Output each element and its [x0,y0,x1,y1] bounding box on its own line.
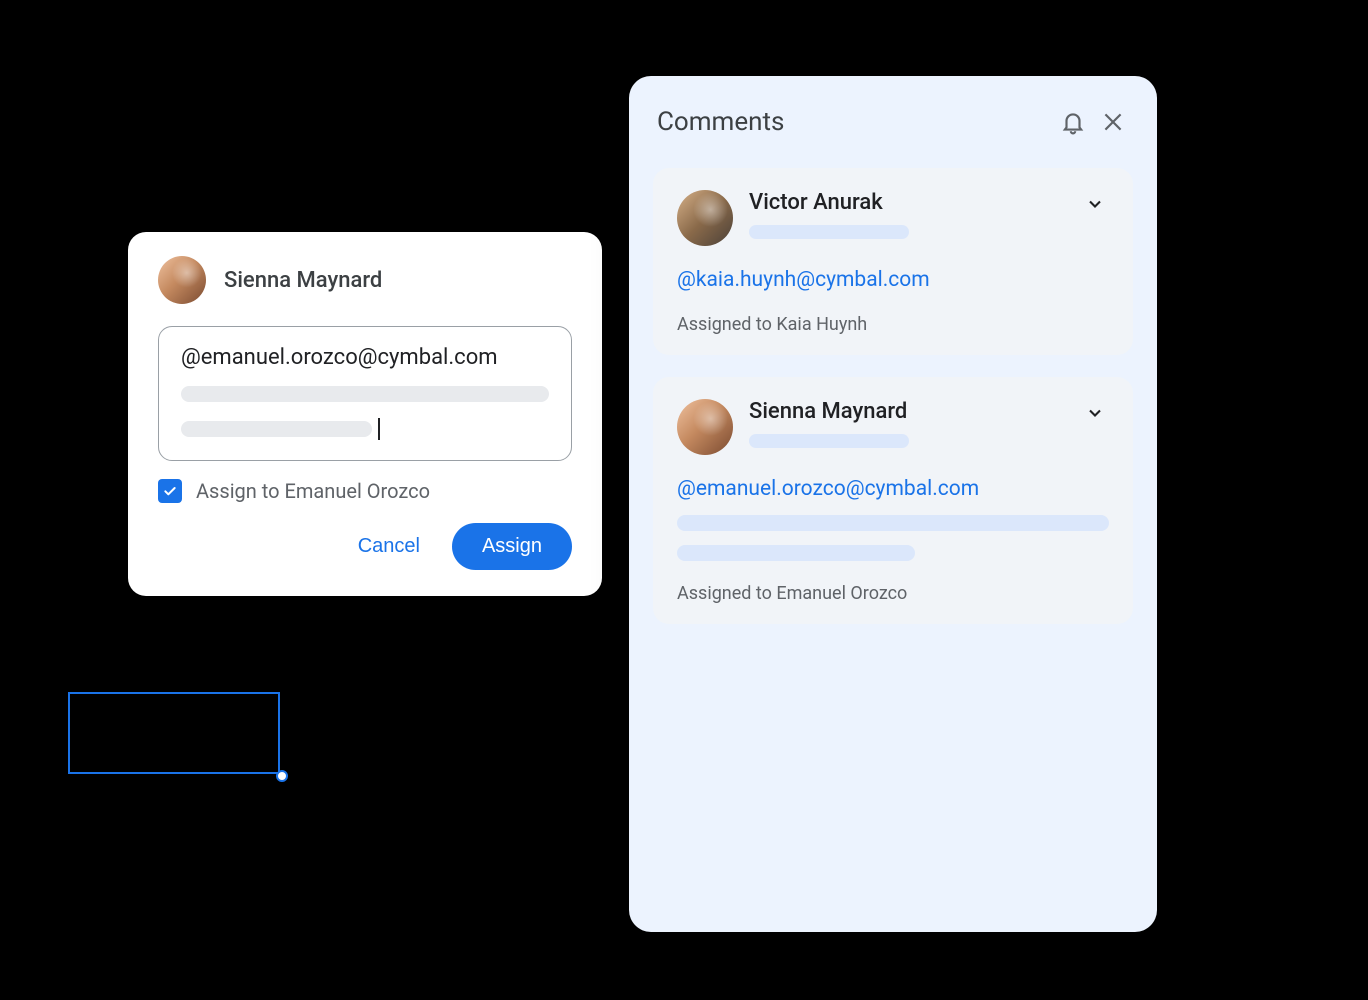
close-panel-button[interactable] [1093,102,1133,142]
comment-mention-link[interactable]: @emanuel.orozco@cymbal.com [677,477,1109,501]
close-icon [1100,109,1126,135]
comment-author-name: Victor Anurak [749,190,909,215]
assign-checkbox-label: Assign to Emanuel Orozco [196,479,430,503]
comment-author-name: Sienna Maynard [749,399,909,424]
placeholder-line [749,434,909,448]
chevron-down-icon [1085,403,1105,423]
notifications-button[interactable] [1053,102,1093,142]
expand-comment-button[interactable] [1081,399,1109,427]
comment-card[interactable]: Sienna Maynard @emanuel.orozco@cymbal.co… [653,377,1133,624]
bell-icon [1060,109,1086,135]
expand-comment-button[interactable] [1081,190,1109,218]
cell-selection-handle[interactable] [276,770,288,782]
avatar [677,190,733,246]
comments-panel-title: Comments [653,107,1053,137]
assign-button[interactable]: Assign [452,523,572,570]
comment-compose-card: Sienna Maynard @emanuel.orozco@cymbal.co… [128,232,602,596]
comment-card[interactable]: Victor Anurak @kaia.huynh@cymbal.com Ass… [653,168,1133,355]
comment-mention-text: @emanuel.orozco@cymbal.com [181,345,549,370]
placeholder-line [749,225,909,239]
placeholder-line [181,421,372,437]
comment-mention-link[interactable]: @kaia.huynh@cymbal.com [677,268,1109,292]
check-icon [162,483,178,499]
chevron-down-icon [1085,194,1105,214]
avatar [677,399,733,455]
comments-panel: Comments Victor Anurak [629,76,1157,932]
placeholder-line [677,545,915,561]
placeholder-line [677,515,1109,531]
comment-input[interactable]: @emanuel.orozco@cymbal.com [158,326,572,461]
cell-selection-outline [68,692,280,774]
comment-assigned-to: Assigned to Kaia Huynh [677,314,1109,335]
avatar [158,256,206,304]
comment-assigned-to: Assigned to Emanuel Orozco [677,583,1109,604]
placeholder-line [181,386,549,402]
cancel-button[interactable]: Cancel [354,527,424,566]
assign-checkbox[interactable] [158,479,182,503]
text-cursor [378,418,380,440]
comment-author-name: Sienna Maynard [224,268,382,293]
